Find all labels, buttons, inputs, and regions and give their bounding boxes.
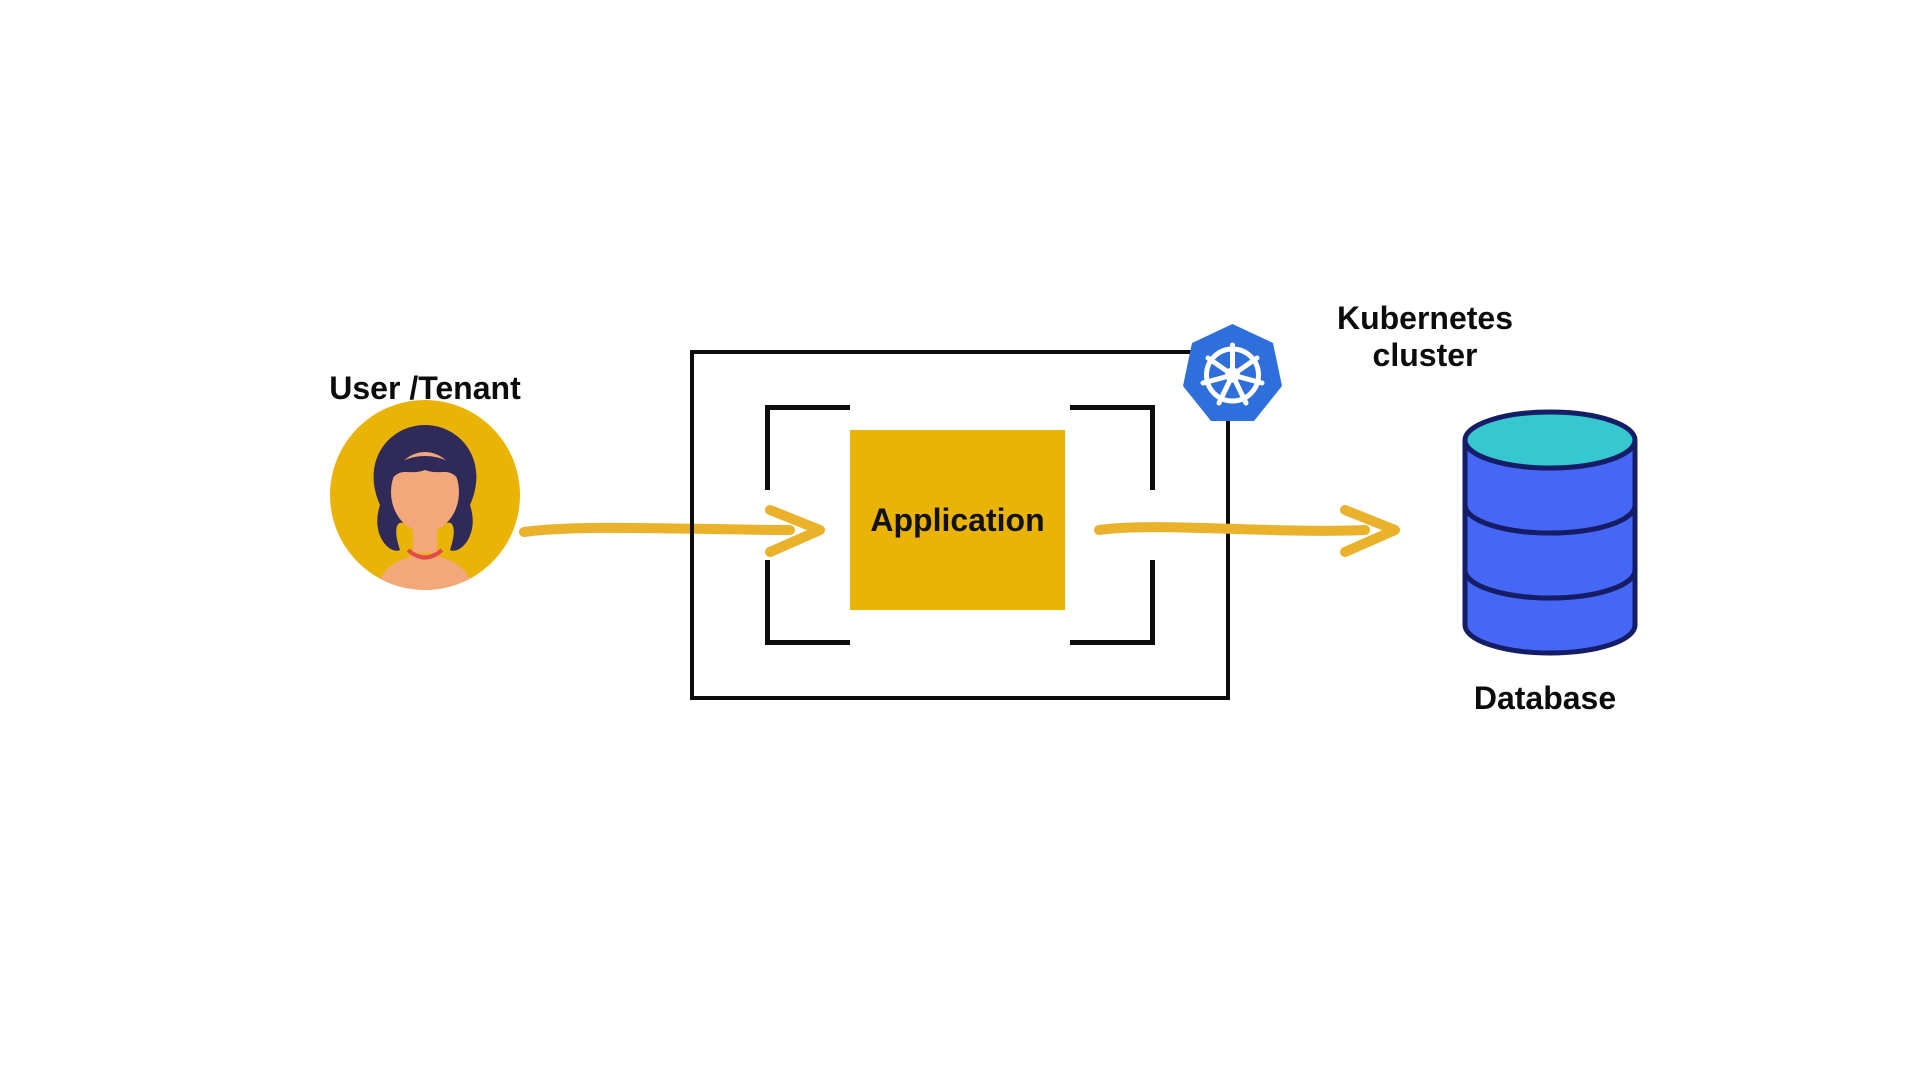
database-label: Database — [1420, 680, 1670, 717]
kubernetes-wheel-icon — [1180, 320, 1285, 425]
flow-arrow-app-to-db-icon — [1095, 500, 1405, 514]
user-avatar-icon — [330, 400, 520, 590]
database-cylinder-icon — [1455, 400, 1645, 660]
application-label: Application — [870, 502, 1044, 539]
architecture-diagram: User /Tenant Kubernetes cluster Database — [0, 0, 1920, 1080]
application-box: Application — [850, 430, 1065, 610]
kubernetes-cluster-label: Kubernetes cluster — [1290, 300, 1560, 374]
